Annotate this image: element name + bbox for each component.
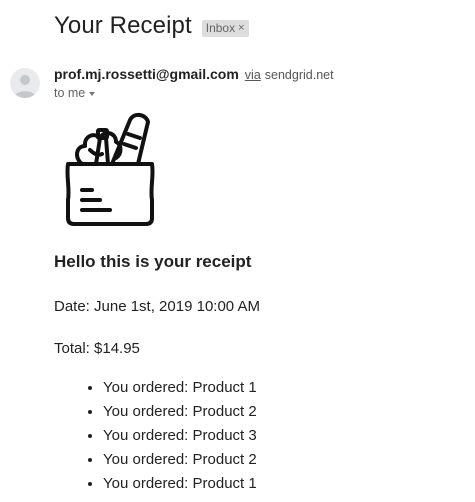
email-subject: Your Receipt [54,12,192,39]
list-item: You ordered: Product 2 [103,402,257,426]
sender-avatar[interactable] [10,68,40,98]
email-body: Hello this is your receipt Date: June 1s… [54,252,454,492]
label-text: Inbox [205,21,236,35]
email-view: Your Receipt Inbox × prof.mj.rossetti@gm… [0,0,475,502]
sender-row: prof.mj.rossetti@gmail.com via sendgrid.… [54,66,334,82]
inbox-label-chip[interactable]: Inbox × [201,19,249,37]
caret-down-icon[interactable] [89,92,96,96]
order-items-list: You ordered: Product 1 You ordered: Prod… [54,378,257,498]
receipt-total: Total: $14.95 [54,340,140,357]
recipient-row[interactable]: to me [54,86,96,100]
via-domain: sendgrid.net [264,68,334,82]
remove-label-icon[interactable]: × [238,22,244,34]
receipt-heading: Hello this is your receipt [54,252,252,271]
list-item: You ordered: Product 1 [103,378,257,402]
list-item: You ordered: Product 3 [103,426,257,450]
recipient-text: to me [54,86,86,100]
person-avatar-icon [14,75,36,98]
receipt-date: Date: June 1st, 2019 10:00 AM [54,298,260,315]
grocery-bag-icon [65,113,155,226]
list-item: You ordered: Product 2 [103,450,257,474]
via-link[interactable]: via [245,68,261,82]
sender-email[interactable]: prof.mj.rossetti@gmail.com [54,66,239,82]
subject-row: Your Receipt Inbox × [54,12,249,40]
list-item: You ordered: Product 1 [103,474,257,498]
